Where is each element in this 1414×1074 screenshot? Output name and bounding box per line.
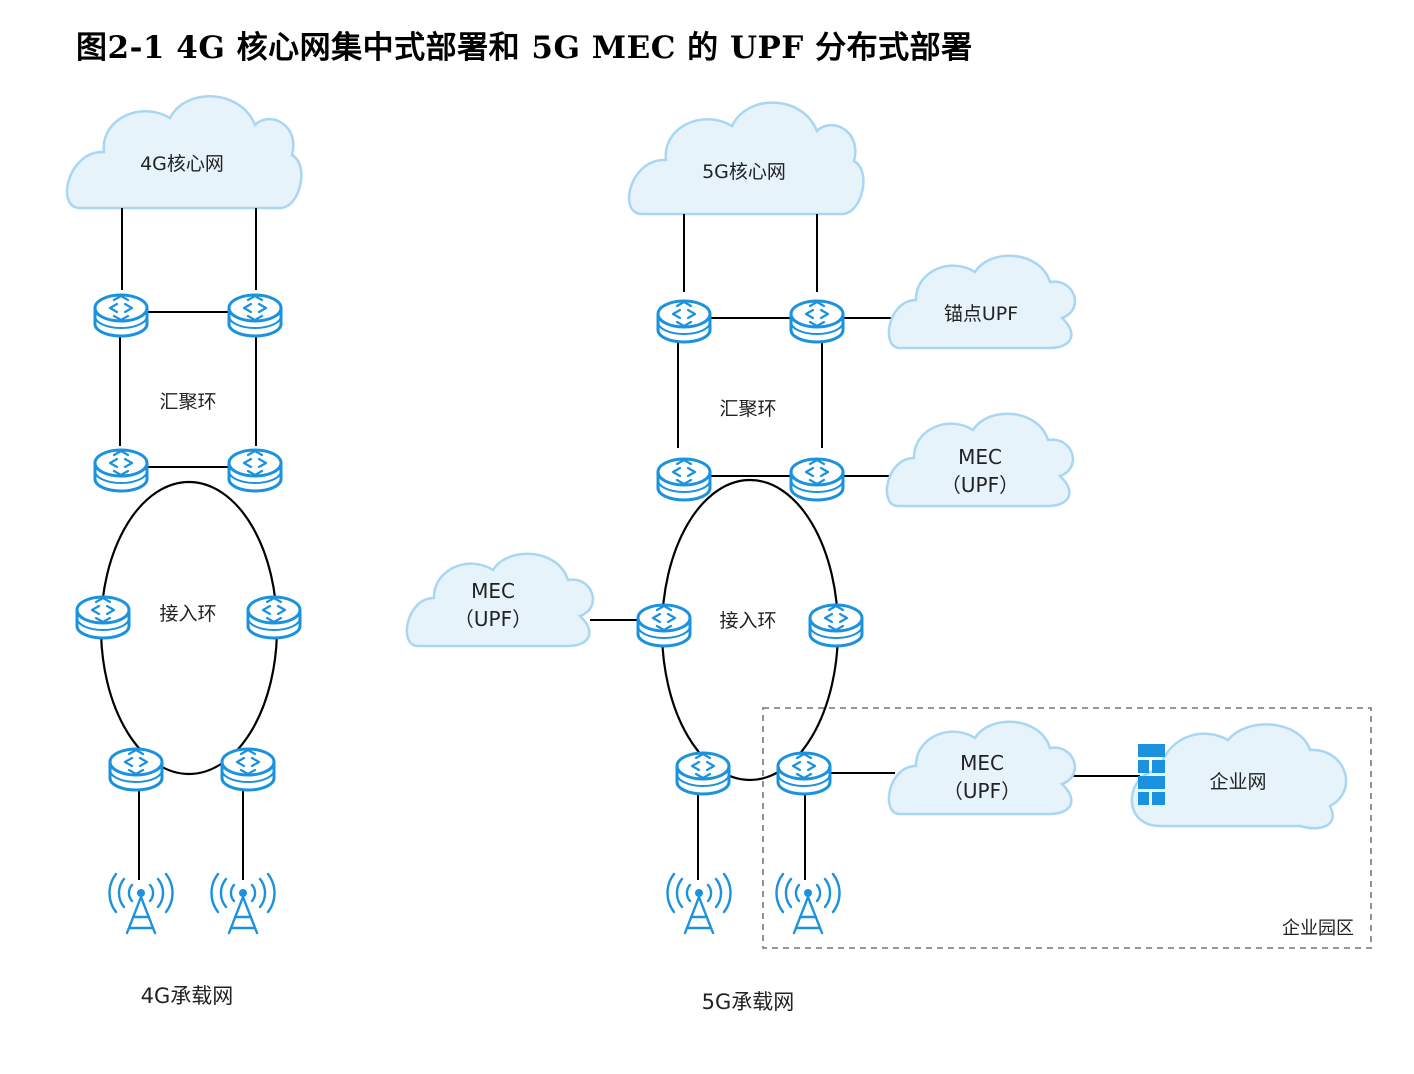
router-4g-access-bl	[108, 747, 164, 792]
router-5g-access-left	[636, 603, 692, 648]
cloud-anchor-upf	[887, 254, 1077, 350]
label-5g-bearer: 5G承载网	[702, 990, 795, 1014]
router-5g-access-br	[776, 751, 832, 796]
label-4g-core: 4G核心网	[140, 153, 224, 175]
label-5g-core: 5G核心网	[702, 161, 786, 183]
router-4g-core-right	[227, 293, 283, 338]
router-5g-core-left	[656, 299, 712, 344]
label-4g-access-ring: 接入环	[159, 603, 216, 625]
antenna-4g-left-icon	[108, 872, 174, 935]
label-anchor-upf: 锚点UPF	[944, 303, 1018, 325]
antenna-5g-right-icon	[775, 872, 841, 935]
router-4g-core-left	[93, 293, 149, 338]
label-5g-agg-ring: 汇聚环	[719, 398, 776, 420]
antenna-4g-right-icon	[210, 872, 276, 935]
router-4g-agg-left	[93, 448, 149, 493]
router-5g-core-right	[789, 299, 845, 344]
label-5g-access-ring: 接入环	[719, 610, 776, 632]
label-mec-access-line2: （UPF）	[454, 607, 532, 631]
label-enterprise-park: 企业园区	[1282, 918, 1354, 939]
label-mec-agg-line1: MEC	[958, 445, 1002, 469]
router-5g-access-right	[808, 603, 864, 648]
antenna-5g-left-icon	[666, 872, 732, 935]
label-enterprise-net: 企业网	[1209, 771, 1266, 793]
label-mec-enterprise-line2: （UPF）	[943, 779, 1021, 803]
label-4g-agg-ring: 汇聚环	[159, 391, 216, 413]
router-4g-access-right	[246, 595, 302, 640]
label-4g-bearer: 4G承载网	[141, 984, 234, 1008]
label-mec-agg-line2: （UPF）	[941, 473, 1019, 497]
cloud-5g-core	[627, 101, 865, 216]
router-5g-access-bl	[675, 751, 731, 796]
label-mec-access-line1: MEC	[471, 579, 515, 603]
network-diagram: 4G核心网 汇聚环 接入环 4G承载网 5G核心网 企业园区 锚点UPF MEC…	[65, 95, 1372, 1014]
router-4g-access-br	[220, 747, 276, 792]
router-4g-agg-right	[227, 448, 283, 493]
label-mec-enterprise-line1: MEC	[960, 751, 1004, 775]
router-5g-agg-left	[656, 457, 712, 502]
router-5g-agg-right	[789, 457, 845, 502]
router-4g-access-left	[75, 595, 131, 640]
